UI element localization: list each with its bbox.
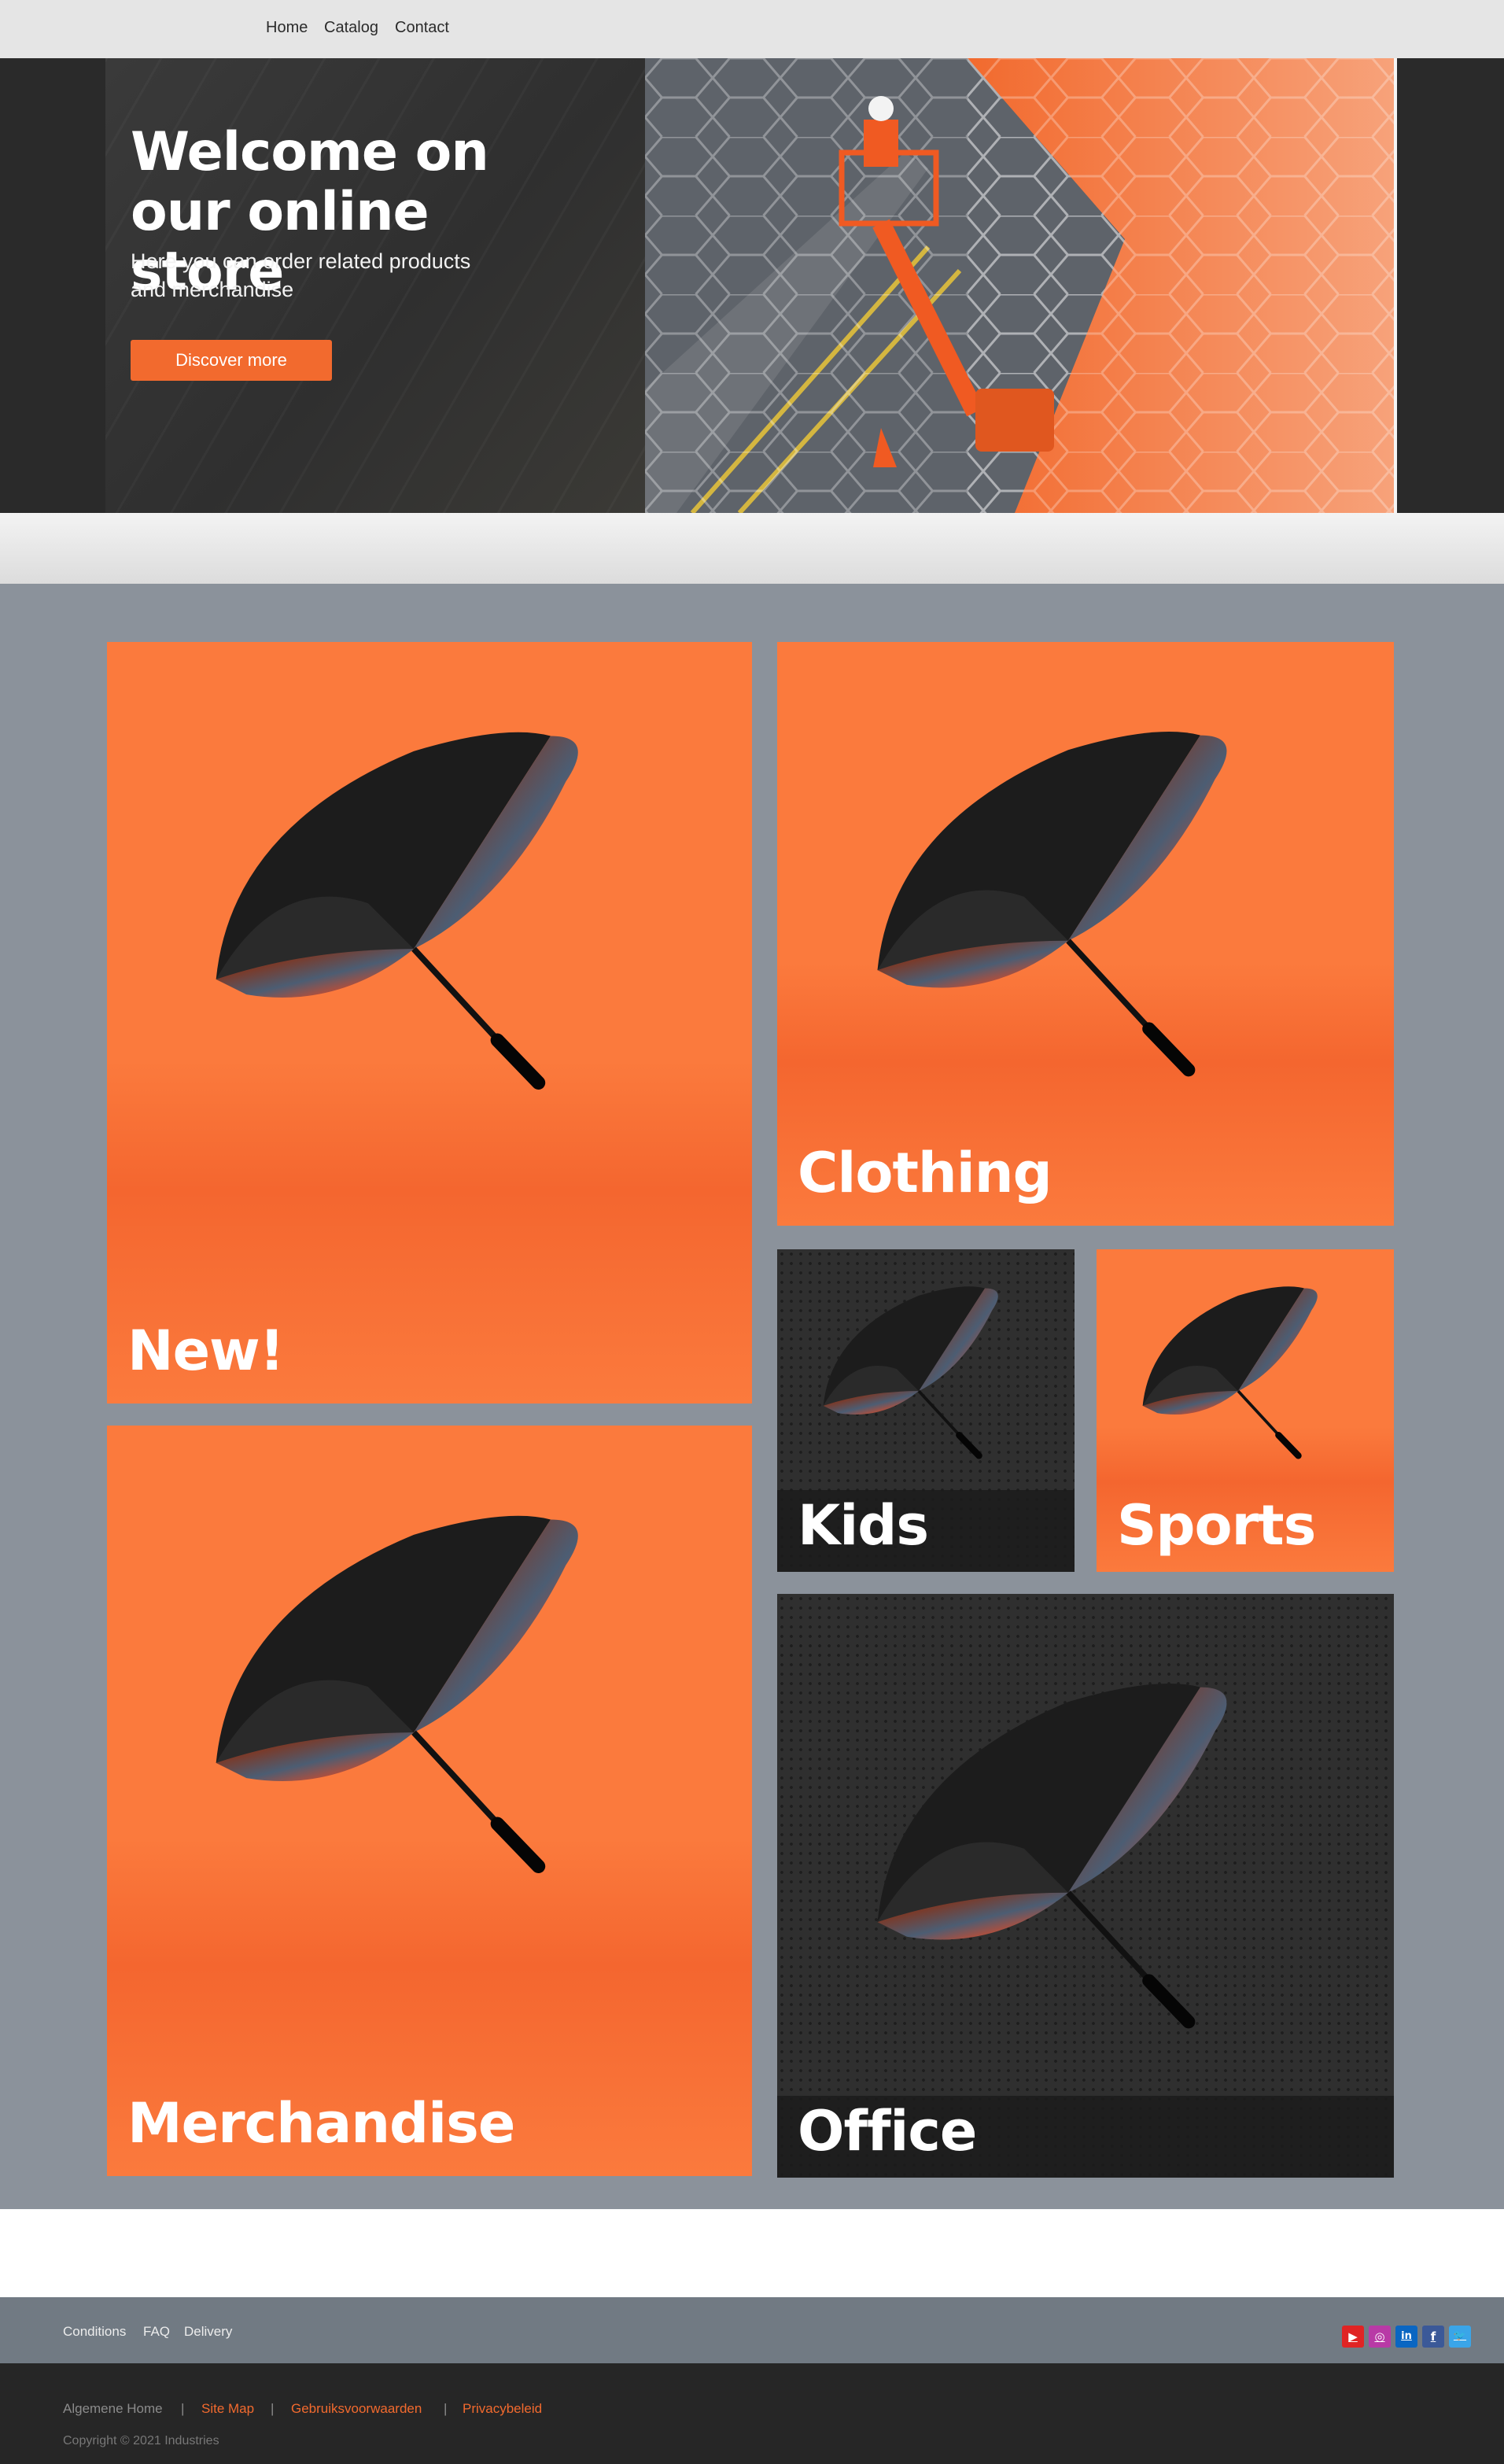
umbrella-image [848,721,1288,1102]
umbrella-image [809,1281,1029,1472]
footer-separator: | [181,2401,185,2416]
discover-more-button[interactable]: Discover more [131,340,332,381]
umbrella-image [848,1673,1288,2054]
hero-image [645,58,1394,513]
footer-separator: | [444,2401,448,2416]
footer-site-map-link[interactable]: Site Map [201,2401,254,2417]
twitter-icon[interactable]: 🐦 [1449,2326,1471,2348]
category-tile-merchandise[interactable]: Merchandise [107,1426,752,2176]
facebook-icon[interactable]: f [1422,2326,1444,2348]
tile-label-new: New! [127,1319,285,1383]
footer-bottom-bar: Algemene Home | Site Map | Gebruiksvoorw… [0,2363,1504,2464]
tile-label-kids: Kids [798,1493,929,1558]
footer-conditions-link[interactable]: Conditions [63,2324,126,2340]
category-tile-sports[interactable]: Sports [1097,1249,1394,1572]
footer-separator: | [271,2401,275,2416]
umbrella-image [186,721,642,1116]
footer-algemene-home-link[interactable]: Algemene Home [63,2401,163,2417]
divider-band [0,513,1504,584]
copyright-text: Copyright © 2021 Industries [63,2434,219,2447]
nav-home-link[interactable]: Home [266,19,308,37]
category-tile-new[interactable]: New! [107,642,752,1404]
footer-gebruiksvoorwaarden-link[interactable]: Gebruiksvoorwaarden [291,2401,422,2417]
tile-label-office: Office [798,2099,977,2163]
category-tile-clothing[interactable]: Clothing [777,642,1394,1226]
footer-privacybeleid-link[interactable]: Privacybeleid [463,2401,542,2417]
linkedin-icon[interactable]: in [1395,2326,1417,2348]
top-nav: Home Catalog Contact [0,0,1504,58]
youtube-icon[interactable]: ▶ [1342,2326,1364,2348]
umbrella-image [186,1504,642,1900]
category-grid: New! Clothing Kids Sports Merchandise Of… [0,584,1504,2209]
umbrella-image [1128,1281,1348,1472]
footer-links-bar: Conditions FAQ Delivery [0,2297,1504,2363]
tile-label-merchandise: Merchandise [127,2091,515,2156]
hero-banner: Welcome on our online store Here you can… [0,58,1504,513]
tile-label-clothing: Clothing [798,1141,1052,1205]
instagram-icon[interactable]: ◎ [1369,2326,1391,2348]
category-tile-office[interactable]: Office [777,1594,1394,2178]
category-tile-kids[interactable]: Kids [777,1249,1075,1572]
footer-delivery-link[interactable]: Delivery [184,2324,232,2340]
nav-contact-link[interactable]: Contact [395,19,449,37]
hero-subtitle: Here you can order related products and … [131,249,471,301]
nav-catalog-link[interactable]: Catalog [324,19,378,37]
footer-faq-link[interactable]: FAQ [143,2324,170,2340]
tile-label-sports: Sports [1117,1493,1316,1558]
